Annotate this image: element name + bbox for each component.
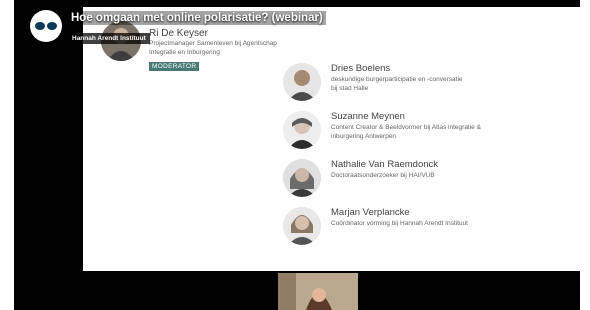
channel-logo-icon[interactable]: [30, 10, 62, 42]
speaker-name: Suzanne Meynen: [331, 111, 405, 122]
moderator-role: Projectmanager Samenleven bij Agentschap…: [149, 40, 277, 56]
video-title[interactable]: Hoe omgaan met online polarisatie? (webi…: [68, 11, 326, 25]
speaker-photo: [283, 207, 321, 245]
speaker-photo: [283, 63, 321, 101]
video-player[interactable]: Ri De Keyser Projectmanager Samenleven b…: [14, 0, 583, 310]
speaker-role: Doctoraatsonderzoeker bij HAI/VUB: [331, 172, 435, 179]
speaker-role: Coördinator vorming bij Hannah Arendt In…: [331, 220, 468, 227]
speaker-name: Dries Boelens: [331, 63, 391, 74]
speaker-role: deskundige burgerparticipatie en -conver…: [331, 76, 463, 92]
speaker-card: Suzanne Meynen Content Creator & Beeldvo…: [283, 111, 583, 151]
speaker-card: Nathalie Van Raemdonck Doctoraatsonderzo…: [283, 159, 583, 199]
speaker-card: Dries Boelens deskundige burgerparticipa…: [283, 63, 583, 103]
channel-name[interactable]: Hannah Arendt Instituut: [68, 33, 150, 44]
participant-webcam: [278, 273, 358, 310]
presentation-slide: Ri De Keyser Projectmanager Samenleven b…: [83, 7, 583, 271]
moderator-name: Ri De Keyser: [149, 28, 208, 39]
speaker-name: Marjan Verplancke: [331, 207, 410, 218]
speaker-name: Nathalie Van Raemdonck: [331, 159, 439, 170]
moderator-badge: MODERATOR: [149, 62, 200, 71]
speaker-photo: [283, 159, 321, 197]
speaker-photo: [283, 111, 321, 149]
speaker-role: Content Creator & Beeldvormer bij Atlas …: [331, 124, 481, 140]
speaker-card: Marjan Verplancke Coördinator vorming bi…: [283, 207, 583, 247]
